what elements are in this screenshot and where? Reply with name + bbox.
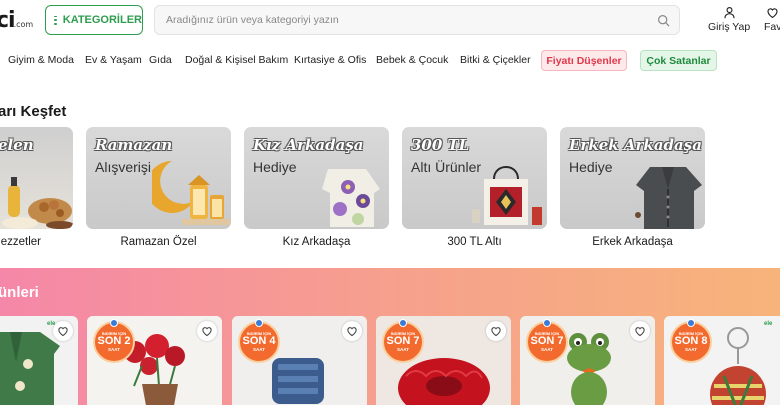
- login-button[interactable]: Giriş Yap: [708, 6, 750, 33]
- product-card[interactable]: İNDİRİM İÇİN SON 2 SAAT: [87, 316, 222, 405]
- login-label: Giriş Yap: [708, 21, 751, 33]
- nav-item-kirtasiye[interactable]: Kırtasiye & Ofis: [294, 54, 366, 66]
- badge-bottom: SAAT: [541, 347, 553, 352]
- nav-item-giyim[interactable]: Giyim & Moda: [8, 54, 74, 66]
- countdown-badge: İNDİRİM İÇİN SON 4 SAAT: [238, 319, 280, 363]
- discover-card[interactable]: 300 TL Altı Ürünler: [402, 127, 547, 229]
- card-line1: 300 TL: [411, 136, 470, 154]
- nav-item-ev[interactable]: Ev & Yaşam: [85, 54, 142, 66]
- favorite-icon[interactable]: [486, 321, 506, 341]
- card-line1: elen: [0, 136, 34, 154]
- product-card[interactable]: İNDİRİM İÇİN SON 4 SAAT: [232, 316, 367, 405]
- favorites-button[interactable]: Fav: [764, 6, 780, 33]
- nav-item-bitki[interactable]: Bitki & Çiçekler: [460, 54, 531, 66]
- discover-card[interactable]: elen: [0, 127, 73, 229]
- badge-bottom: SAAT: [253, 347, 265, 352]
- lantern-image: [152, 161, 230, 225]
- countdown-badge: İNDİRİM İÇİN SON 2 SAAT: [93, 319, 135, 363]
- best-sellers-pill[interactable]: Çok Satanlar: [640, 50, 717, 71]
- discover-title: arı Keşfet: [0, 103, 67, 120]
- favorites-label: Fav: [764, 21, 780, 33]
- card-caption[interactable]: 300 TL Altı: [402, 236, 547, 248]
- page: ci.com KATEGORİLER Giriş Yap Fav Giyim &…: [0, 0, 780, 405]
- user-icon: [724, 7, 735, 19]
- card-caption[interactable]: Erkek Arkadaşa: [560, 236, 705, 248]
- countdown-badge: İNDİRİM İÇİN SON 7 SAAT: [382, 319, 424, 363]
- deals-title: ünleri: [0, 284, 39, 301]
- search-input[interactable]: [166, 14, 646, 26]
- card-line2: Hediye: [253, 159, 297, 175]
- hamburger-icon: [54, 15, 57, 25]
- badge-text: SON 7: [386, 335, 420, 347]
- product-card[interactable]: ele: [0, 316, 78, 405]
- nav-item-bebek[interactable]: Bebek & Çocuk: [376, 54, 448, 66]
- countdown-badge: İNDİRİM İÇİN SON 7 SAAT: [526, 319, 568, 363]
- countdown-badge: İNDİRİM İÇİN SON 8 SAAT: [670, 319, 712, 363]
- badge-text: SON 4: [242, 335, 276, 347]
- badge-text: SON 7: [530, 335, 564, 347]
- card-line1: Ramazan: [95, 136, 173, 154]
- favorite-icon[interactable]: [53, 321, 73, 341]
- card-line1: Erkek Arkadaşa: [569, 136, 702, 154]
- discover-card[interactable]: Erkek Arkadaşa Hediye: [560, 127, 705, 229]
- nav-item-dogal[interactable]: Doğal & Kişisel Bakım: [185, 54, 288, 66]
- badge-bottom: SAAT: [685, 347, 697, 352]
- nav-item-gida[interactable]: Gıda: [149, 54, 172, 66]
- search-bar: [154, 5, 680, 35]
- food-image: [2, 177, 73, 229]
- category-nav: Giyim & Moda Ev & Yaşam Gıda Doğal & Kiş…: [0, 50, 780, 72]
- discover-card[interactable]: Ramazan Alışverişi: [86, 127, 231, 229]
- discover-card[interactable]: Kız Arkadaşa Hediye: [244, 127, 389, 229]
- card-line2: Alışverişi: [95, 159, 152, 175]
- favorite-icon[interactable]: [630, 321, 650, 341]
- badge-bottom: SAAT: [397, 347, 409, 352]
- favorite-icon[interactable]: [197, 321, 217, 341]
- product-card[interactable]: ele İNDİRİM İÇİN SON 8 SAAT: [664, 316, 780, 405]
- product-card[interactable]: İNDİRİM İÇİN SON 7 SAAT: [376, 316, 511, 405]
- site-logo[interactable]: ci.com: [0, 8, 33, 33]
- categories-button[interactable]: KATEGORİLER: [45, 5, 143, 35]
- badge-text: SON 8: [674, 335, 708, 347]
- ele-tag: ele: [764, 321, 773, 327]
- knit-gift-image: [322, 169, 380, 227]
- heart-icon: [767, 8, 778, 19]
- card-caption[interactable]: Ramazan Özel: [86, 236, 231, 248]
- categories-label: KATEGORİLER: [62, 14, 142, 26]
- logo-suffix: .com: [13, 20, 34, 29]
- product-card[interactable]: İNDİRİM İÇİN SON 7 SAAT: [520, 316, 655, 405]
- logo-text: ci: [0, 8, 16, 33]
- card-caption[interactable]: ezzetler: [0, 236, 41, 248]
- cardigan-image: [635, 167, 702, 229]
- favorite-icon[interactable]: [342, 321, 362, 341]
- search-icon[interactable]: [657, 14, 670, 27]
- price-drop-pill[interactable]: Fiyatı Düşenler: [541, 50, 627, 71]
- card-line1: Kız Arkadaşa: [253, 136, 364, 154]
- header: ci.com KATEGORİLER Giriş Yap Fav: [0, 0, 780, 42]
- card-line2: Hediye: [569, 159, 613, 175]
- badge-text: SON 2: [97, 335, 131, 347]
- tote-bag-image: [472, 166, 542, 225]
- badge-bottom: SAAT: [108, 347, 120, 352]
- card-caption[interactable]: Kız Arkadaşa: [244, 236, 389, 248]
